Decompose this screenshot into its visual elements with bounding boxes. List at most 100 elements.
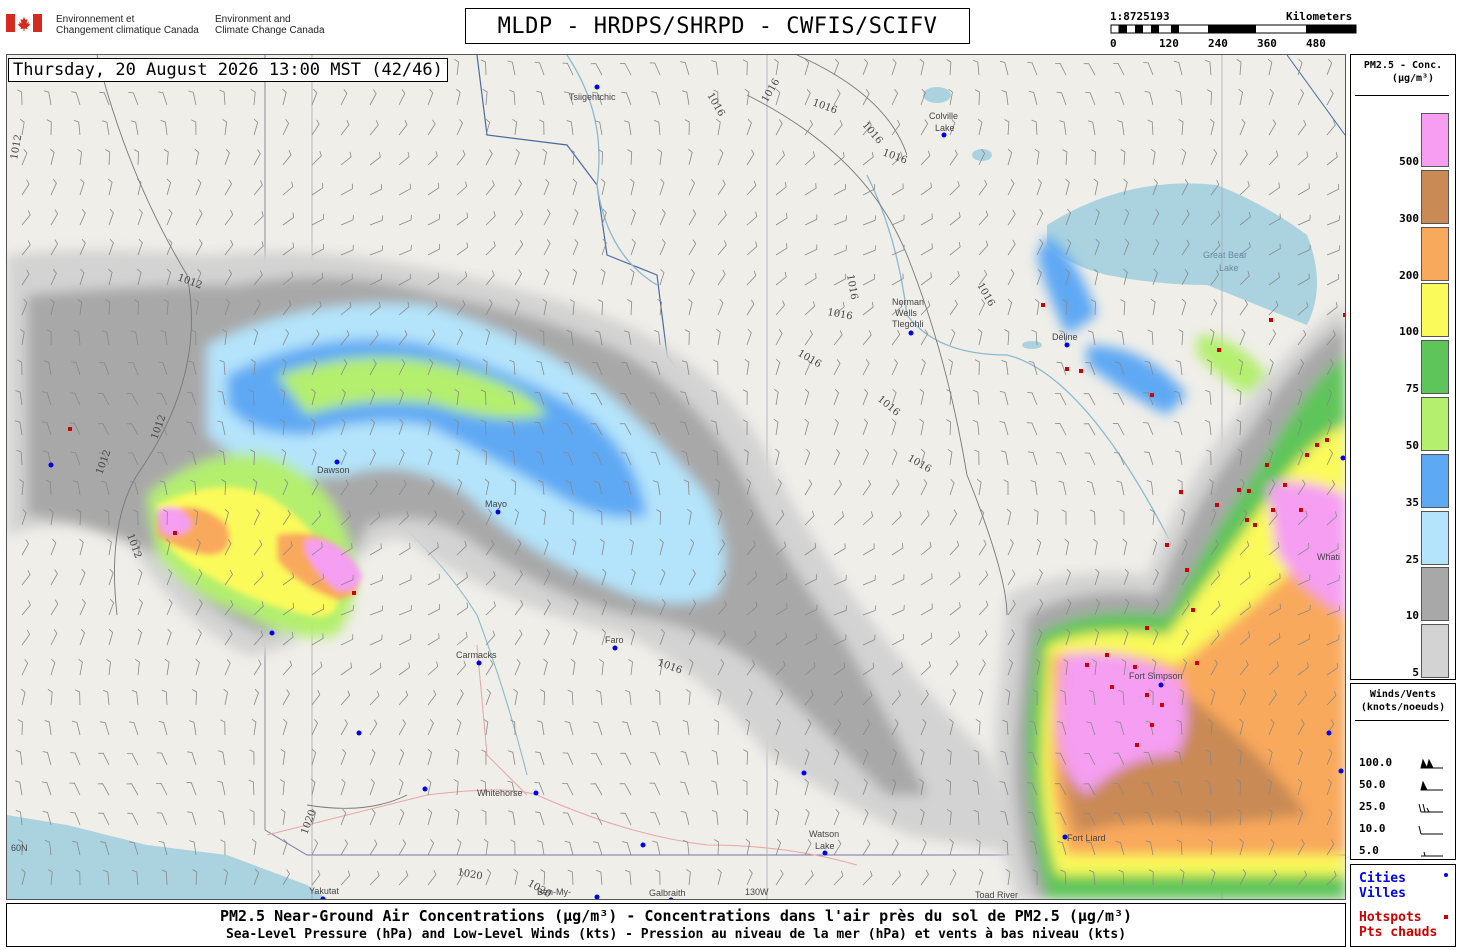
hotspot-marker[interactable]	[352, 591, 356, 595]
pm25-legend-label: 25	[1405, 552, 1419, 566]
city-marker[interactable]	[640, 842, 646, 848]
city-marker-mayo[interactable]	[495, 509, 501, 515]
place-label: 60N	[11, 843, 28, 853]
city-marker-watson-lake[interactable]	[822, 850, 828, 856]
hotspots-label-fr: Pts chauds	[1359, 925, 1438, 940]
hotspot-marker[interactable]	[1165, 543, 1169, 547]
hotspot-marker[interactable]	[1065, 367, 1069, 371]
pm25-legend-label: 50	[1405, 439, 1419, 452]
wind-legend-value: 50.0	[1359, 778, 1386, 791]
pm25-legend-swatch	[1421, 397, 1449, 451]
hotspot-marker[interactable]	[1085, 663, 1089, 667]
city-marker[interactable]	[48, 462, 54, 468]
hotspot-marker[interactable]	[1145, 626, 1149, 630]
city-marker-fort-simpson[interactable]	[1158, 682, 1164, 688]
hotspot-marker[interactable]	[1195, 661, 1199, 665]
city-marker[interactable]	[1326, 730, 1332, 736]
footer-line-2: Sea-Level Pressure (hPa) and Low-Level W…	[225, 927, 1127, 942]
city-marker[interactable]	[801, 770, 807, 776]
pm25-legend-swatch	[1421, 567, 1449, 622]
agency-fr-line-1: Environnement et	[56, 14, 135, 25]
map-canvas[interactable]: 1016 1016 1016 1016 1016 1016 1016 1016 …	[7, 55, 1345, 899]
city-marker[interactable]	[269, 630, 275, 636]
city-marker-carmacks[interactable]	[476, 660, 482, 666]
agency-fr-line-2: Changement climatique Canada	[56, 25, 199, 36]
scale-bar: 1:8725193 Kilometers 0 120 240 360 480	[1110, 10, 1360, 50]
city-marker-colville-lake[interactable]	[941, 132, 947, 138]
cities-label-fr: Villes	[1359, 886, 1406, 901]
hotspot-marker[interactable]	[1150, 393, 1154, 397]
hotspot-marker[interactable]	[1217, 348, 1221, 352]
hotspot-marker[interactable]	[1265, 463, 1269, 467]
place-label: Toad River	[975, 890, 1018, 899]
hotspot-marker[interactable]	[1253, 523, 1257, 527]
city-marker[interactable]	[356, 730, 362, 736]
hotspot-marker[interactable]	[1245, 518, 1249, 522]
hotspot-marker[interactable]	[173, 531, 177, 535]
cities-legend: Cities Villes	[1359, 871, 1406, 901]
legend-divider	[1355, 720, 1449, 721]
city-marker-deline[interactable]	[1064, 342, 1070, 348]
footer-caption: PM2.5 Near-Ground Air Concentrations (µg…	[6, 903, 1346, 947]
city-marker-whitehorse[interactable]	[533, 790, 539, 796]
hotspot-marker[interactable]	[1315, 443, 1319, 447]
place-label: Whati	[1317, 552, 1340, 562]
hotspot-marker[interactable]	[1269, 318, 1273, 322]
hotspot-marker[interactable]	[1299, 508, 1303, 512]
scale-tick: 240	[1208, 37, 1228, 50]
hotspots-legend: Hotspots Pts chauds	[1359, 910, 1437, 940]
hotspot-marker[interactable]	[1343, 313, 1345, 317]
place-label: Carmacks	[456, 650, 497, 660]
agency-en-line-1: Environment and	[215, 14, 291, 25]
pm25-legend-title: PM2.5 - Conc.	[1363, 60, 1443, 71]
hotspot-marker[interactable]	[1133, 665, 1137, 669]
canada-flag-icon	[6, 14, 42, 32]
wind-legend-value: 100.0	[1359, 756, 1393, 769]
hotspot-marker[interactable]	[1283, 483, 1287, 487]
hotspot-marker[interactable]	[1191, 608, 1195, 612]
hotspot-marker[interactable]	[68, 427, 72, 431]
hotspot-marker[interactable]	[1185, 568, 1189, 572]
hotspot-marker[interactable]	[1150, 723, 1154, 727]
hotspot-marker[interactable]	[1237, 488, 1241, 492]
hotspot-marker[interactable]	[1305, 453, 1309, 457]
hotspot-marker[interactable]	[1041, 303, 1045, 307]
hotspot-marker[interactable]	[1145, 693, 1149, 697]
pm25-legend-swatch	[1421, 510, 1449, 565]
hotspot-marker[interactable]	[1105, 653, 1109, 657]
hotspot-marker[interactable]	[1135, 743, 1139, 747]
place-label: Norman	[892, 297, 924, 307]
map-panel[interactable]: 1016 1016 1016 1016 1016 1016 1016 1016 …	[6, 54, 1346, 900]
wind-legend-value: 5.0	[1359, 844, 1379, 857]
pm25-legend-label: 35	[1405, 495, 1419, 509]
city-marker[interactable]	[1338, 768, 1344, 774]
place-label: Lake	[815, 841, 835, 851]
scale-unit: Kilometers	[1286, 10, 1353, 23]
place-label: Lake	[1219, 263, 1239, 273]
hotspot-marker[interactable]	[1215, 503, 1219, 507]
hotspot-marker[interactable]	[1110, 685, 1114, 689]
hotspot-marker[interactable]	[1271, 508, 1275, 512]
city-marker[interactable]	[422, 786, 428, 792]
hotspot-marker[interactable]	[1079, 369, 1083, 373]
city-marker-norman-wells[interactable]	[908, 330, 914, 336]
wind-barb-samples	[1418, 758, 1443, 857]
hotspot-marker[interactable]	[1325, 438, 1329, 442]
city-marker-faro[interactable]	[612, 645, 618, 651]
hotspot-marker[interactable]	[1160, 703, 1164, 707]
city-marker-dawson[interactable]	[334, 459, 340, 465]
map-title-text: MLDP - HRDPS/SHRPD - CWFIS/SCIFV	[497, 13, 938, 39]
wind-legend-unit: (knots/noeuds)	[1360, 702, 1446, 713]
place-label: Great Bear	[1203, 250, 1247, 260]
pm25-legend-label: 100	[1399, 325, 1419, 339]
pm25-legend-label: 75	[1405, 382, 1419, 396]
place-label: 130W	[745, 887, 769, 897]
legend-divider	[1355, 95, 1449, 96]
city-marker-tsiigehtchic[interactable]	[594, 84, 600, 90]
lake	[1022, 341, 1042, 349]
pm25-legend-swatch	[1421, 169, 1449, 224]
hotspot-marker[interactable]	[1247, 489, 1251, 493]
hotspot-marker[interactable]	[1179, 490, 1183, 494]
agency-name-french: Environnement et Changement climatique C…	[56, 14, 199, 36]
place-label: Watson	[809, 829, 839, 839]
